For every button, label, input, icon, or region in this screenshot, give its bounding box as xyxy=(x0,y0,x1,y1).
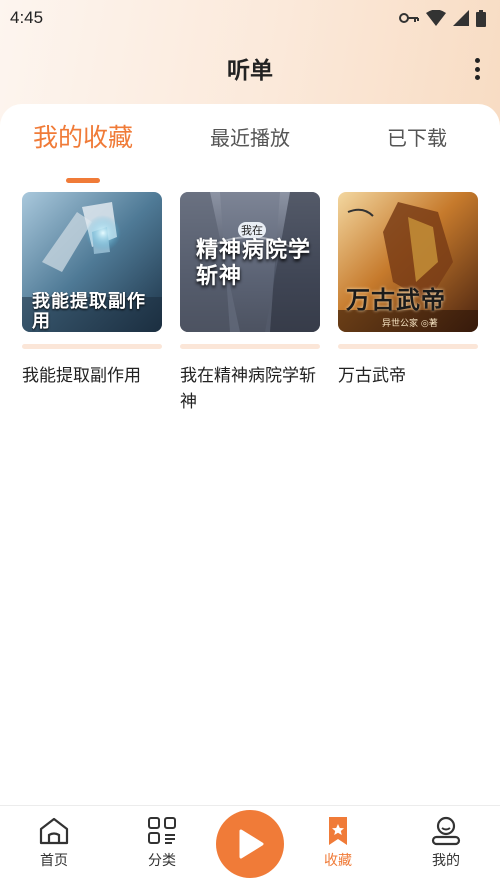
book-item[interactable]: 我在 精神病院学斩神 我在精神病院学斩神 xyxy=(180,192,320,415)
battery-icon xyxy=(476,9,486,27)
signal-icon xyxy=(453,10,469,26)
book-cover-title: 精神病院学斩神 xyxy=(196,238,312,289)
nav-favorites[interactable]: 收藏 xyxy=(303,816,373,870)
nav-profile[interactable]: 我的 xyxy=(411,816,481,870)
status-time: 4:45 xyxy=(10,8,44,27)
title-bar: 听单 xyxy=(0,40,500,96)
nav-favorites-label: 收藏 xyxy=(324,853,352,869)
book-cover[interactable]: 我在 精神病院学斩神 xyxy=(180,192,320,332)
more-options-button[interactable] xyxy=(472,58,482,80)
book-cover-title: 我能提取副作用 xyxy=(32,292,146,332)
user-icon xyxy=(431,816,461,846)
nav-home[interactable]: 首页 xyxy=(19,816,89,870)
book-title[interactable]: 我在精神病院学斩神 xyxy=(180,363,325,415)
play-button[interactable] xyxy=(216,810,284,878)
bookmark-icon xyxy=(329,817,347,845)
page-title: 听单 xyxy=(227,58,273,84)
book-title[interactable]: 我能提取副作用 xyxy=(22,363,167,389)
tab-bar: 我的收藏 最近播放 已下载 xyxy=(0,118,500,183)
book-cover-author: 异世公家 ◎著 xyxy=(382,319,438,329)
wifi-icon xyxy=(426,10,446,26)
book-title[interactable]: 万古武帝 xyxy=(338,363,483,389)
nav-home-label: 首页 xyxy=(40,853,68,869)
cover-shadow xyxy=(338,344,478,349)
play-icon xyxy=(239,829,264,859)
book-cover-badge: 我在 xyxy=(238,222,266,238)
cover-shadow xyxy=(22,344,162,349)
tab-indicator xyxy=(66,178,100,183)
book-item[interactable]: 我能提取副作用 我能提取副作用 xyxy=(22,192,162,389)
book-cover-title: 万古武帝 xyxy=(346,286,446,314)
bottom-navigation: 首页 分类 收藏 我的 xyxy=(0,805,500,887)
category-icon xyxy=(148,817,176,844)
nav-category-label: 分类 xyxy=(148,853,176,869)
status-bar: 4:45 xyxy=(0,0,500,36)
book-cover[interactable]: 万古武帝 异世公家 ◎著 xyxy=(338,192,478,332)
tab-recent[interactable]: 最近播放 xyxy=(170,118,330,158)
nav-category[interactable]: 分类 xyxy=(127,816,197,870)
home-icon xyxy=(39,817,69,845)
tab-downloaded[interactable]: 已下载 xyxy=(337,118,497,158)
tab-favorites[interactable]: 我的收藏 xyxy=(3,118,163,158)
book-cover[interactable]: 我能提取副作用 xyxy=(22,192,162,332)
book-item[interactable]: 万古武帝 异世公家 ◎著 万古武帝 xyxy=(338,192,478,389)
dot-icon xyxy=(474,58,480,63)
status-icons xyxy=(399,9,486,27)
cover-shadow xyxy=(180,344,320,349)
key-icon xyxy=(399,13,419,23)
nav-profile-label: 我的 xyxy=(432,853,460,869)
dot-icon xyxy=(474,75,480,80)
content-card: 我的收藏 最近播放 已下载 我能提取副作用 我能提取副作用 我在 精神病院学斩神… xyxy=(0,104,500,804)
dot-icon xyxy=(474,66,480,72)
